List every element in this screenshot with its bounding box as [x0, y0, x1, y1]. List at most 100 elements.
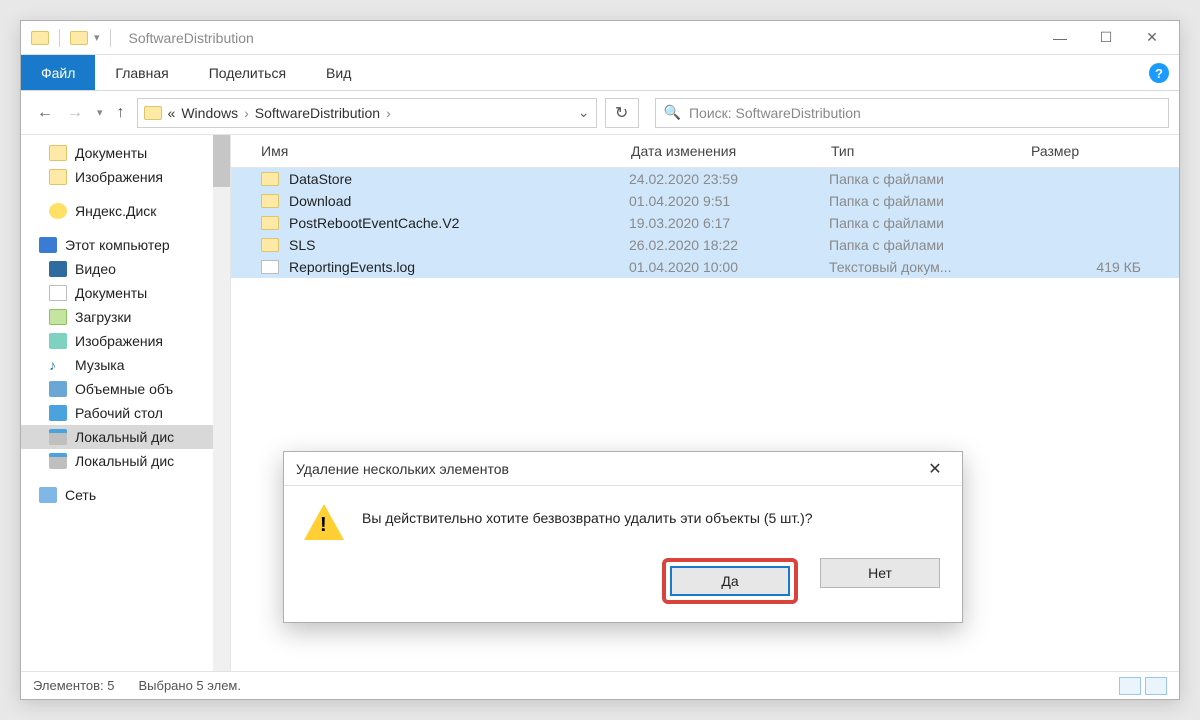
qat-folder-icon[interactable] — [70, 31, 88, 45]
file-date: 19.03.2020 6:17 — [629, 215, 829, 231]
sidebar-item-label: Изображения — [75, 333, 163, 349]
file-name: ReportingEvents.log — [289, 259, 629, 275]
search-box[interactable]: 🔍 Поиск: SoftwareDistribution — [655, 98, 1169, 128]
view-large-icons-button[interactable] — [1145, 677, 1167, 695]
column-type[interactable]: Тип — [831, 143, 1031, 159]
tab-share[interactable]: Поделиться — [189, 55, 306, 90]
maximize-button[interactable]: ☐ — [1083, 22, 1129, 54]
file-row[interactable]: PostRebootEventCache.V2 19.03.2020 6:17 … — [231, 212, 1179, 234]
help-icon[interactable]: ? — [1149, 63, 1169, 83]
sidebar-item-pictures-2[interactable]: Изображения — [21, 329, 230, 353]
folder-icon — [49, 145, 67, 161]
sidebar-item-desktop[interactable]: Рабочий стол — [21, 401, 230, 425]
column-size[interactable]: Размер — [1031, 143, 1171, 159]
minimize-button[interactable]: — — [1037, 22, 1083, 54]
up-button[interactable]: ↑ — [117, 104, 125, 122]
sidebar-item-network[interactable]: Сеть — [21, 483, 230, 507]
refresh-button[interactable]: ↻ — [605, 98, 639, 128]
sidebar-item-label: Музыка — [75, 357, 125, 373]
view-details-button[interactable] — [1119, 677, 1141, 695]
sidebar-scrollbar[interactable] — [213, 135, 230, 671]
recent-dropdown-icon[interactable]: ▾ — [97, 106, 103, 119]
sidebar-item-label: Сеть — [65, 487, 96, 503]
column-name[interactable]: Имя — [261, 143, 631, 159]
close-button[interactable]: ✕ — [1129, 22, 1175, 54]
dialog-message: Вы действительно хотите безвозвратно уда… — [362, 504, 813, 526]
3d-objects-icon — [49, 381, 67, 397]
qat-divider-2 — [110, 29, 111, 47]
desktop-icon — [49, 405, 67, 421]
tab-view[interactable]: Вид — [306, 55, 371, 90]
forward-button[interactable]: → — [67, 104, 83, 122]
scrollbar-thumb[interactable] — [213, 135, 230, 187]
file-row[interactable]: SLS 26.02.2020 18:22 Папка с файлами — [231, 234, 1179, 256]
sidebar-item-label: Этот компьютер — [65, 237, 170, 253]
sidebar-item-label: Локальный дис — [75, 453, 174, 469]
folder-icon — [261, 194, 279, 208]
sidebar-item-videos[interactable]: Видео — [21, 257, 230, 281]
titlebar: ▾ SoftwareDistribution — ☐ ✕ — [21, 21, 1179, 55]
tree: Документы Изображения Яндекс.Диск Этот к… — [21, 135, 230, 513]
status-item-count: Элементов: 5 — [33, 678, 114, 693]
nav-pane: Документы Изображения Яндекс.Диск Этот к… — [21, 135, 231, 671]
sidebar-item-music[interactable]: ♪Музыка — [21, 353, 230, 377]
tab-file[interactable]: Файл — [21, 55, 95, 90]
sidebar-item-label: Документы — [75, 285, 147, 301]
breadcrumb-prefix: « — [168, 105, 176, 121]
qat-divider — [59, 29, 60, 47]
address-bar[interactable]: « Windows › SoftwareDistribution › ⌄ — [137, 98, 597, 128]
tab-home[interactable]: Главная — [95, 55, 188, 90]
back-button[interactable]: ← — [37, 104, 53, 122]
yandex-disk-icon — [49, 203, 67, 219]
disk-icon — [49, 453, 67, 469]
address-dropdown-icon[interactable]: ⌄ — [578, 104, 590, 121]
sidebar-item-this-pc[interactable]: Этот компьютер — [21, 233, 230, 257]
sidebar-item-local-disk-1[interactable]: Локальный дис — [21, 425, 230, 449]
chevron-right-icon[interactable]: › — [244, 105, 249, 121]
search-icon: 🔍 — [664, 104, 681, 121]
sidebar-item-label: Рабочий стол — [75, 405, 163, 421]
quick-access-toolbar: ▾ — [25, 29, 121, 47]
sidebar-item-pictures[interactable]: Изображения — [21, 165, 230, 189]
chevron-right-icon[interactable]: › — [386, 105, 391, 121]
file-date: 26.02.2020 18:22 — [629, 237, 829, 253]
file-type: Папка с файлами — [829, 215, 1029, 231]
warning-icon — [304, 504, 344, 540]
breadcrumb-windows[interactable]: Windows — [181, 105, 238, 121]
file-type: Текстовый докум... — [829, 259, 1029, 275]
view-buttons — [1119, 677, 1167, 695]
dialog-close-button[interactable]: ✕ — [920, 459, 950, 479]
sidebar-item-3d-objects[interactable]: Объемные объ — [21, 377, 230, 401]
file-row[interactable]: DataStore 24.02.2020 23:59 Папка с файла… — [231, 168, 1179, 190]
file-type: Папка с файлами — [829, 193, 1029, 209]
file-name: DataStore — [289, 171, 629, 187]
file-type: Папка с файлами — [829, 171, 1029, 187]
sidebar-item-local-disk-2[interactable]: Локальный дис — [21, 449, 230, 473]
downloads-icon — [49, 309, 67, 325]
no-button[interactable]: Нет — [820, 558, 940, 588]
videos-icon — [49, 261, 67, 277]
file-name: PostRebootEventCache.V2 — [289, 215, 629, 231]
sidebar-item-documents-2[interactable]: Документы — [21, 281, 230, 305]
yes-button[interactable]: Да — [670, 566, 790, 596]
file-row[interactable]: Download 01.04.2020 9:51 Папка с файлами — [231, 190, 1179, 212]
file-rows: DataStore 24.02.2020 23:59 Папка с файла… — [231, 168, 1179, 278]
sidebar-item-label: Изображения — [75, 169, 163, 185]
file-type: Папка с файлами — [829, 237, 1029, 253]
dialog-title: Удаление нескольких элементов — [296, 461, 509, 477]
status-bar: Элементов: 5 Выбрано 5 элем. — [21, 671, 1179, 699]
breadcrumb-softwaredistribution[interactable]: SoftwareDistribution — [255, 105, 380, 121]
column-headers: Имя Дата изменения Тип Размер — [231, 135, 1179, 168]
file-date: 01.04.2020 9:51 — [629, 193, 829, 209]
sidebar-item-label: Видео — [75, 261, 116, 277]
qat-dropdown-icon[interactable]: ▾ — [94, 31, 100, 44]
sidebar-item-downloads[interactable]: Загрузки — [21, 305, 230, 329]
text-file-icon — [261, 260, 279, 274]
sidebar-item-documents[interactable]: Документы — [21, 141, 230, 165]
this-pc-icon — [39, 237, 57, 253]
column-date[interactable]: Дата изменения — [631, 143, 831, 159]
file-row[interactable]: ReportingEvents.log 01.04.2020 10:00 Тек… — [231, 256, 1179, 278]
delete-confirmation-dialog: Удаление нескольких элементов ✕ Вы дейст… — [283, 451, 963, 623]
file-name: SLS — [289, 237, 629, 253]
sidebar-item-yandex-disk[interactable]: Яндекс.Диск — [21, 199, 230, 223]
